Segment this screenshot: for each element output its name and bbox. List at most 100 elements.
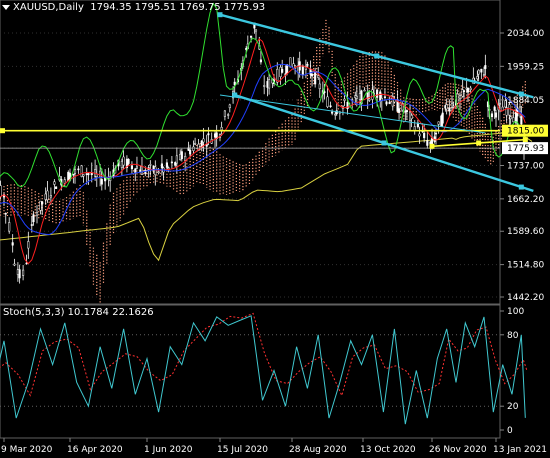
candle-body bbox=[67, 171, 70, 182]
candle-body bbox=[100, 179, 103, 185]
price-axis[interactable]: 2034.00 1959.25 1884.05 1815.00 1775.93 1737.… bbox=[500, 29, 548, 303]
candle-body bbox=[405, 110, 408, 113]
candle-body bbox=[80, 165, 83, 177]
trendline-handle bbox=[476, 140, 482, 146]
candle-body bbox=[368, 98, 371, 101]
candle-body bbox=[82, 174, 85, 177]
candle-body bbox=[223, 110, 226, 117]
candle-body bbox=[512, 117, 515, 123]
candle-body bbox=[250, 35, 253, 38]
price-label: 1662.20 bbox=[507, 195, 544, 205]
candle-body bbox=[456, 93, 459, 104]
candle-body bbox=[314, 71, 317, 85]
candle-body bbox=[509, 116, 512, 120]
candle-body bbox=[281, 68, 284, 73]
candle-body bbox=[306, 64, 309, 66]
candle-body bbox=[35, 212, 39, 216]
candle-body bbox=[41, 201, 44, 205]
candle-body bbox=[434, 132, 438, 135]
candle-body bbox=[309, 69, 312, 75]
candle-body bbox=[152, 165, 155, 172]
price-panel[interactable] bbox=[0, 0, 501, 305]
candle-body bbox=[301, 65, 304, 76]
candle-body bbox=[452, 105, 455, 108]
candle-body bbox=[39, 200, 42, 211]
candle-body bbox=[279, 67, 282, 77]
candle-body bbox=[458, 95, 462, 100]
candle-body bbox=[53, 181, 56, 185]
candle-body bbox=[194, 143, 197, 145]
candle-body bbox=[175, 155, 178, 164]
candle-body bbox=[268, 79, 271, 89]
candle-body bbox=[189, 149, 192, 155]
candle-body bbox=[11, 242, 14, 246]
candle-body bbox=[120, 160, 123, 168]
candle-body bbox=[343, 98, 346, 101]
candle-body bbox=[317, 75, 320, 78]
candle-body bbox=[46, 190, 49, 201]
candle-body bbox=[259, 59, 262, 63]
candle-body bbox=[170, 161, 173, 164]
price-label: 1589.60 bbox=[507, 227, 544, 237]
candle-body bbox=[179, 153, 182, 161]
candle-body bbox=[466, 88, 470, 93]
stoch-name: Stoch(5,3,3) bbox=[3, 307, 65, 318]
candle-body bbox=[44, 193, 47, 200]
stoch-label: 80 bbox=[507, 331, 519, 341]
candle-body bbox=[410, 115, 413, 119]
candle-body bbox=[388, 101, 391, 105]
candle-body bbox=[184, 156, 187, 161]
candle-body bbox=[498, 102, 502, 105]
candle-body bbox=[30, 224, 33, 226]
candle-body bbox=[99, 170, 102, 178]
date-label: 13 Jan 2021 bbox=[493, 445, 547, 455]
candle-body bbox=[426, 140, 429, 146]
price-label: 1775.93 bbox=[507, 144, 544, 154]
candle-body bbox=[157, 171, 160, 173]
candle-body bbox=[22, 269, 25, 276]
channel-handle bbox=[518, 184, 524, 190]
candle-body bbox=[73, 169, 77, 174]
candle-body bbox=[27, 241, 30, 249]
candle-body bbox=[263, 85, 266, 87]
chart-header: XAUUSD,Daily 1794.35 1795.51 1769.75 177… bbox=[2, 2, 265, 13]
candle-body bbox=[49, 195, 52, 198]
candle-body bbox=[318, 83, 321, 90]
candle-body bbox=[13, 263, 16, 266]
trendline-handle bbox=[429, 143, 435, 149]
candle-body bbox=[445, 104, 448, 110]
candle-body bbox=[233, 81, 236, 86]
date-axis[interactable]: 9 Mar 2020 16 Apr 2020 1 Jun 2020 15 Jul 20… bbox=[1, 438, 547, 455]
candle-body bbox=[334, 113, 337, 116]
date-label: 9 Mar 2020 bbox=[1, 445, 53, 455]
candle-body bbox=[418, 133, 421, 137]
candle-body bbox=[134, 168, 137, 174]
price-label: 1514.80 bbox=[507, 261, 544, 271]
candle-body bbox=[331, 111, 334, 114]
candle-body bbox=[437, 121, 440, 125]
candle-body bbox=[174, 162, 177, 166]
stoch-axis: 100 80 20 0 bbox=[500, 307, 524, 436]
dropdown-triangle-icon[interactable] bbox=[2, 4, 10, 10]
candle-body bbox=[482, 74, 486, 77]
date-label: 13 Oct 2020 bbox=[360, 445, 416, 455]
date-label: 1 Jun 2020 bbox=[144, 445, 193, 455]
candle-body bbox=[477, 69, 480, 75]
candle-body bbox=[122, 156, 125, 166]
price-label: 2034.00 bbox=[507, 29, 544, 39]
candle-body bbox=[4, 213, 7, 215]
candle-body bbox=[484, 65, 487, 69]
candle-body bbox=[130, 165, 133, 170]
candle-body bbox=[213, 133, 217, 138]
candle-body bbox=[355, 95, 358, 99]
chart-canvas[interactable]: 2034.00 1959.25 1884.05 1815.00 1775.93 1737.… bbox=[0, 0, 550, 458]
candle-body bbox=[16, 269, 19, 275]
candle-body bbox=[25, 262, 28, 265]
candle-body bbox=[254, 29, 258, 32]
candle-body bbox=[323, 91, 326, 93]
candle-body bbox=[469, 87, 472, 90]
candle-body bbox=[423, 132, 426, 139]
ohlc-values: 1794.35 1795.51 1769.75 1775.93 bbox=[90, 2, 266, 13]
candle-body bbox=[520, 116, 523, 125]
candle-body bbox=[326, 96, 329, 108]
